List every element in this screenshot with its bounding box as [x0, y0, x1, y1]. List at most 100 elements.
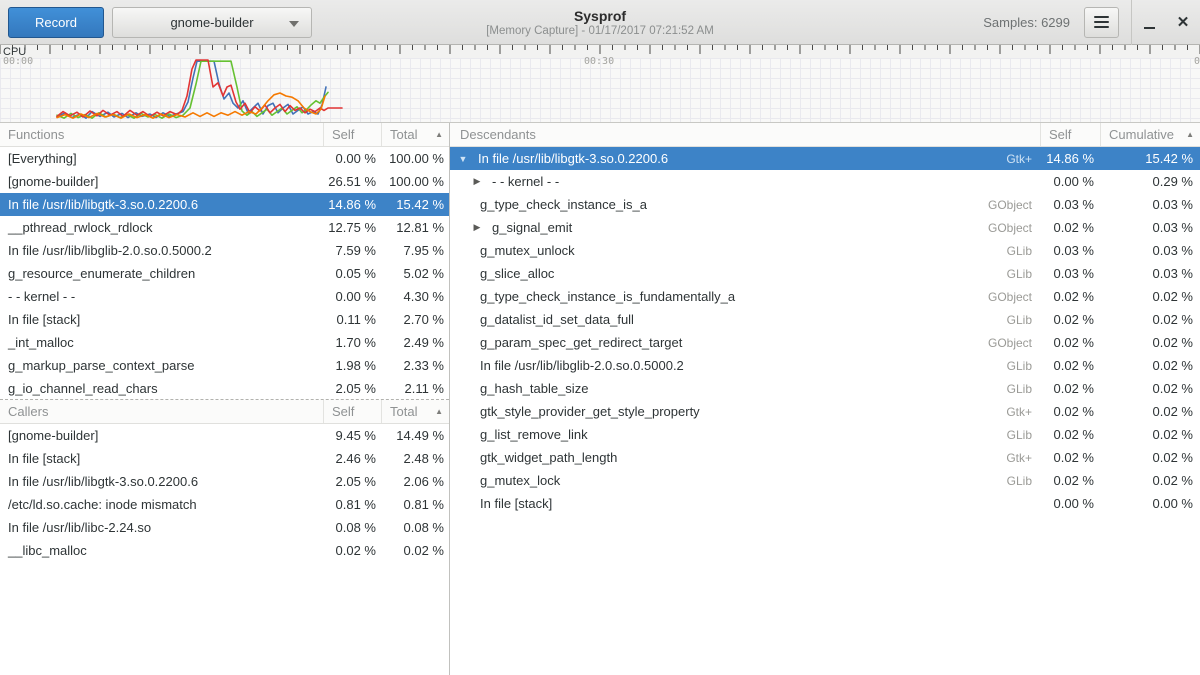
tree-row[interactable]: ▶- - kernel - -0.00 %0.29 %	[450, 170, 1200, 193]
callers-column-header[interactable]: Callers	[0, 400, 323, 423]
expander-closed-icon[interactable]: ▶	[470, 176, 484, 187]
table-row[interactable]: g_io_channel_read_chars2.05 %2.11 %	[0, 377, 449, 400]
close-button[interactable]: ✕	[1166, 0, 1200, 45]
descendants-self-column-header[interactable]: Self	[1040, 123, 1100, 146]
callers-self-column-header[interactable]: Self	[323, 400, 381, 423]
library-badge: GLib	[1007, 267, 1040, 281]
cumulative-value: 0.02 %	[1100, 450, 1200, 465]
tree-row[interactable]: gtk_widget_path_lengthGtk+0.02 %0.02 %	[450, 446, 1200, 469]
self-value: 1.98 %	[323, 358, 381, 373]
expander-open-icon[interactable]: ▼	[456, 154, 470, 164]
tree-name-cell: g_hash_table_sizeGLib	[450, 381, 1040, 396]
expander-closed-icon[interactable]: ▶	[470, 222, 484, 233]
total-value: 15.42 %	[381, 197, 449, 212]
library-badge: GLib	[1007, 474, 1040, 488]
library-badge: GLib	[1007, 313, 1040, 327]
library-badge: GObject	[988, 290, 1040, 304]
table-row[interactable]: __libc_malloc0.02 %0.02 %	[0, 539, 449, 562]
tree-row[interactable]: g_list_remove_linkGLib0.02 %0.02 %	[450, 423, 1200, 446]
table-row[interactable]: In file [stack]0.11 %2.70 %	[0, 308, 449, 331]
self-value: 14.86 %	[323, 197, 381, 212]
function-name: gtk_widget_path_length	[480, 450, 617, 465]
table-row[interactable]: In file /usr/lib/libc-2.24.so0.08 %0.08 …	[0, 516, 449, 539]
table-row[interactable]: [gnome-builder]26.51 %100.00 %	[0, 170, 449, 193]
table-row[interactable]: In file /usr/lib/libgtk-3.so.0.2200.62.0…	[0, 470, 449, 493]
tree-name-cell: ▶ - - kernel - -	[450, 174, 1040, 189]
tree-row[interactable]: g_param_spec_get_redirect_targetGObject0…	[450, 331, 1200, 354]
total-value: 0.08 %	[381, 520, 449, 535]
library-badge: GObject	[988, 221, 1040, 235]
tree-name-cell: g_type_check_instance_is_aGObject	[450, 197, 1040, 212]
menu-button[interactable]	[1084, 7, 1119, 38]
table-row[interactable]: g_resource_enumerate_children0.05 %5.02 …	[0, 262, 449, 285]
table-row[interactable]: [gnome-builder]9.45 %14.49 %	[0, 424, 449, 447]
table-row[interactable]: In file [stack]2.46 %2.48 %	[0, 447, 449, 470]
self-value: 0.05 %	[323, 266, 381, 281]
cumulative-value: 0.02 %	[1100, 312, 1200, 327]
tree-row[interactable]: g_datalist_id_set_data_fullGLib0.02 %0.0…	[450, 308, 1200, 331]
function-name: [gnome-builder]	[0, 428, 323, 443]
cumulative-value: 0.02 %	[1100, 427, 1200, 442]
self-value: 0.02 %	[1040, 473, 1100, 488]
function-name: In file /usr/lib/libglib-2.0.so.0.5000.2	[480, 358, 684, 373]
table-row[interactable]: In file /usr/lib/libglib-2.0.so.0.5000.2…	[0, 239, 449, 262]
table-row[interactable]: g_markup_parse_context_parse1.98 %2.33 %	[0, 354, 449, 377]
tree-row[interactable]: g_mutex_lockGLib0.02 %0.02 %	[450, 469, 1200, 492]
callers-total-column-header[interactable]: Total ▲	[381, 400, 449, 423]
functions-column-header[interactable]: Functions	[0, 123, 323, 146]
table-row[interactable]: - - kernel - -0.00 %4.30 %	[0, 285, 449, 308]
tree-name-cell: g_datalist_id_set_data_fullGLib	[450, 312, 1040, 327]
total-value: 2.48 %	[381, 451, 449, 466]
minimize-icon	[1144, 27, 1155, 29]
function-name: g_resource_enumerate_children	[0, 266, 323, 281]
self-value: 0.02 %	[1040, 335, 1100, 350]
tree-row[interactable]: In file /usr/lib/libglib-2.0.so.0.5000.2…	[450, 354, 1200, 377]
tree-row[interactable]: g_mutex_unlockGLib0.03 %0.03 %	[450, 239, 1200, 262]
tree-row[interactable]: ▼In file /usr/lib/libgtk-3.so.0.2200.6Gt…	[450, 147, 1200, 170]
chevron-down-icon	[289, 21, 299, 27]
total-value: 2.33 %	[381, 358, 449, 373]
table-row[interactable]: [Everything]0.00 %100.00 %	[0, 147, 449, 170]
process-selector-dropdown[interactable]: gnome-builder	[112, 7, 312, 38]
table-row[interactable]: __pthread_rwlock_rdlock12.75 %12.81 %	[0, 216, 449, 239]
self-value: 0.00 %	[323, 289, 381, 304]
functions-total-column-header[interactable]: Total ▲	[381, 123, 449, 146]
descendants-column-header[interactable]: Descendants	[450, 123, 1040, 146]
self-value: 0.00 %	[323, 151, 381, 166]
tree-row[interactable]: g_hash_table_sizeGLib0.02 %0.02 %	[450, 377, 1200, 400]
descendants-cumulative-column-header[interactable]: Cumulative ▲	[1100, 123, 1200, 146]
sort-ascending-icon: ▲	[1186, 130, 1194, 139]
cpu-lines	[0, 58, 1200, 122]
total-value: 5.02 %	[381, 266, 449, 281]
sort-ascending-icon: ▲	[435, 407, 443, 416]
tree-row[interactable]: ▶g_signal_emitGObject0.02 %0.03 %	[450, 216, 1200, 239]
tree-name-cell: In file [stack]	[450, 496, 1040, 511]
functions-self-column-header[interactable]: Self	[323, 123, 381, 146]
self-value: 9.45 %	[323, 428, 381, 443]
table-row[interactable]: In file /usr/lib/libgtk-3.so.0.2200.614.…	[0, 193, 449, 216]
record-button[interactable]: Record	[8, 7, 104, 38]
tree-row[interactable]: g_type_check_instance_is_fundamentally_a…	[450, 285, 1200, 308]
function-name: g_param_spec_get_redirect_target	[480, 335, 682, 350]
self-value: 0.02 %	[1040, 427, 1100, 442]
library-badge: Gtk+	[1006, 152, 1040, 166]
function-name: g_signal_emit	[492, 220, 572, 235]
table-row[interactable]: /etc/ld.so.cache: inode mismatch0.81 %0.…	[0, 493, 449, 516]
function-name: g_io_channel_read_chars	[0, 381, 323, 396]
minimize-button[interactable]	[1132, 0, 1166, 45]
tree-name-cell: g_type_check_instance_is_fundamentally_a…	[450, 289, 1040, 304]
tree-row[interactable]: g_slice_allocGLib0.03 %0.03 %	[450, 262, 1200, 285]
self-value: 0.02 %	[1040, 289, 1100, 304]
function-name: In file [stack]	[480, 496, 552, 511]
tree-row[interactable]: gtk_style_provider_get_style_propertyGtk…	[450, 400, 1200, 423]
tree-row[interactable]: g_type_check_instance_is_aGObject0.03 %0…	[450, 193, 1200, 216]
cumulative-value: 0.02 %	[1100, 381, 1200, 396]
total-value: 2.49 %	[381, 335, 449, 350]
table-row[interactable]: _int_malloc1.70 %2.49 %	[0, 331, 449, 354]
function-name: - - kernel - -	[492, 174, 559, 189]
cumulative-value: 0.29 %	[1100, 174, 1200, 189]
callers-rows: [gnome-builder]9.45 %14.49 %In file [sta…	[0, 424, 449, 562]
tree-row[interactable]: In file [stack]0.00 %0.00 %	[450, 492, 1200, 515]
self-value: 0.03 %	[1040, 197, 1100, 212]
cpu-graph-area[interactable]: CPU 00:0000:3001:00	[0, 45, 1200, 123]
